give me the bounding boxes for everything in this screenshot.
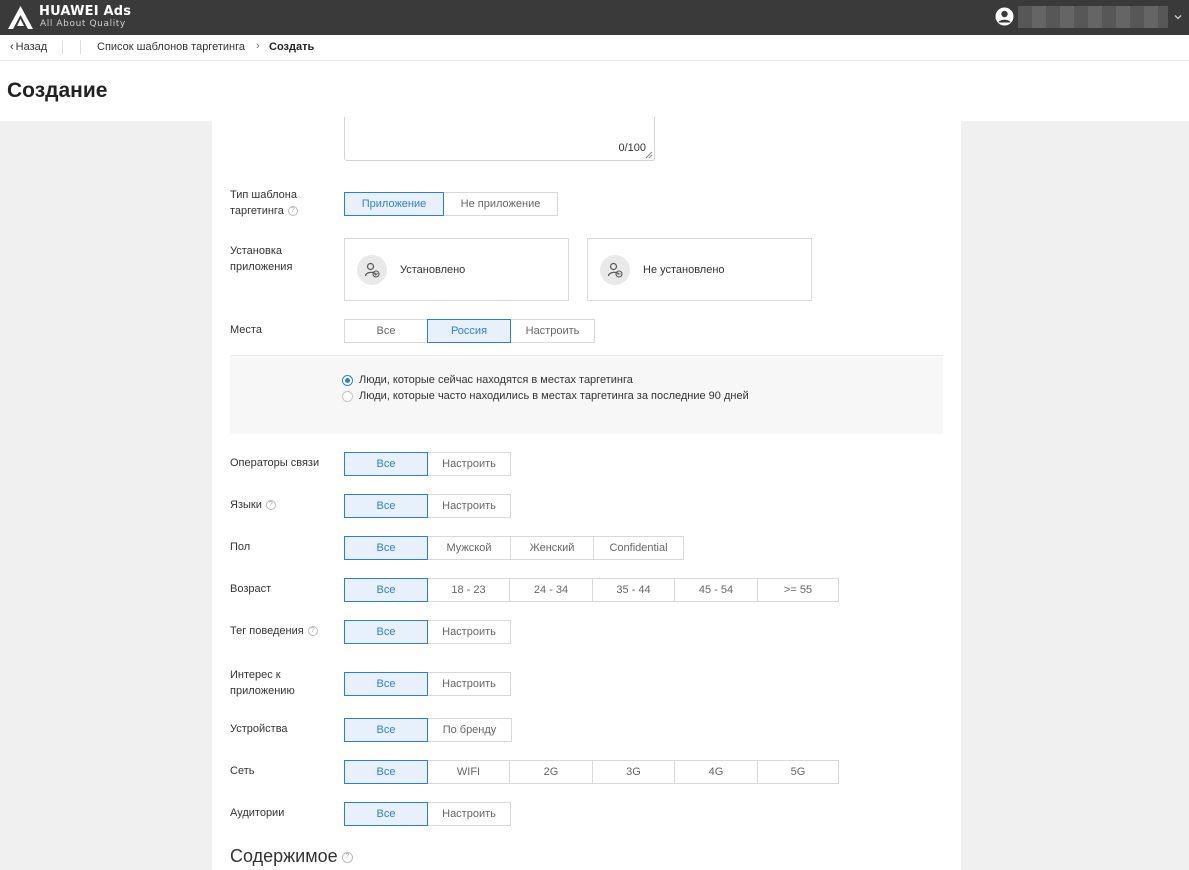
gender-label: Пол [230, 541, 251, 553]
gender-option-female[interactable]: Женский [510, 536, 594, 560]
app-interest-option-all[interactable]: Все [344, 672, 428, 696]
character-counter: 0/100 [618, 142, 646, 154]
page-header: Создание [0, 61, 1189, 121]
not-installed-option-card[interactable]: Не установлено [587, 238, 812, 301]
places-option-all[interactable]: Все [344, 319, 428, 343]
breadcrumb-current: Создать [269, 41, 315, 53]
option-app[interactable]: Приложение [344, 192, 444, 216]
breadcrumb-parent-link[interactable]: Список шаблонов таргетинга [97, 41, 245, 53]
page-title: Создание [7, 79, 108, 102]
help-icon[interactable]: ? [341, 851, 353, 863]
back-label: Назад [15, 41, 48, 53]
behavior-option-all[interactable]: Все [344, 620, 428, 644]
radio-frequent-location[interactable]: Люди, которые часто находились в местах … [342, 390, 749, 402]
radio-button-selected[interactable] [342, 374, 353, 386]
languages-option-all[interactable]: Все [344, 494, 428, 518]
age-option-18-23[interactable]: 18 - 23 [427, 578, 510, 602]
resize-handle-icon[interactable] [645, 151, 653, 159]
network-label: Сеть [230, 765, 255, 777]
network-option-4g[interactable]: 4G [674, 760, 758, 784]
user-not-installed-icon [600, 254, 630, 285]
brand-name: HUAWEI Ads [39, 4, 132, 19]
network-selector: Все WIFI 2G 3G 4G 5G [344, 760, 839, 784]
network-option-5g[interactable]: 5G [757, 760, 839, 784]
app-interest-option-custom[interactable]: Настроить [427, 672, 511, 696]
breadcrumb-separator-icon: › [256, 40, 260, 52]
top-navigation-bar: HUAWEI Ads All About Quality [0, 0, 1189, 35]
devices-option-by-brand[interactable]: По бренду [427, 718, 512, 742]
audiences-selector: Все Настроить [344, 802, 511, 826]
languages-option-custom[interactable]: Настроить [427, 494, 511, 518]
age-option-all[interactable]: Все [344, 578, 428, 602]
app-interest-label: Интерес к приложению [230, 669, 295, 697]
account-name-blurred[interactable] [1018, 6, 1168, 28]
age-option-45-54[interactable]: 45 - 54 [674, 578, 758, 602]
radio-current-label: Люди, которые сейчас находятся в местах … [359, 374, 633, 386]
radio-button[interactable] [342, 390, 353, 402]
help-icon[interactable]: ? [265, 500, 276, 511]
carriers-option-all[interactable]: Все [344, 452, 428, 476]
app-interest-selector: Все Настроить [344, 672, 511, 696]
network-option-wifi[interactable]: WIFI [427, 760, 510, 784]
content-section-title: Содержимое? [230, 846, 353, 867]
app-install-label: Установка приложения [230, 245, 293, 273]
gender-option-all[interactable]: Все [344, 536, 428, 560]
brand-tagline: All About Quality [40, 19, 126, 29]
targeting-form: 0/100 Тип шаблона таргетинга? Приложение… [212, 117, 961, 870]
option-not-app[interactable]: Не приложение [443, 192, 558, 216]
divider [62, 40, 63, 54]
audiences-option-all[interactable]: Все [344, 802, 428, 826]
chevron-left-icon: ‹ [10, 41, 14, 53]
places-option-custom[interactable]: Настроить [510, 319, 595, 343]
help-icon[interactable]: ? [307, 626, 318, 637]
radio-frequent-label: Люди, которые часто находились в местах … [359, 390, 749, 402]
audiences-label: Аудитории [230, 807, 285, 819]
age-option-24-34[interactable]: 24 - 34 [509, 578, 593, 602]
network-option-3g[interactable]: 3G [592, 760, 675, 784]
breadcrumb: ‹ Назад Список шаблонов таргетинга › Созд… [0, 35, 1189, 61]
huawei-ads-logo-icon[interactable] [7, 5, 34, 30]
template-type-selector: Приложение Не приложение [344, 192, 558, 216]
back-link[interactable]: ‹ Назад [10, 41, 47, 53]
behavior-option-custom[interactable]: Настроить [427, 620, 511, 644]
behavior-tag-label: Тег поведения? [230, 623, 318, 639]
places-option-russia[interactable]: Россия [427, 319, 511, 343]
template-type-label: Тип шаблона таргетинга? [230, 189, 298, 217]
description-textarea[interactable]: 0/100 [344, 117, 655, 161]
location-mode-panel: Люди, которые сейчас находятся в местах … [230, 355, 943, 434]
network-option-all[interactable]: Все [344, 760, 428, 784]
carriers-selector: Все Настроить [344, 452, 511, 476]
age-option-55-plus[interactable]: >= 55 [757, 578, 839, 602]
chevron-down-icon[interactable] [1173, 12, 1183, 22]
age-selector: Все 18 - 23 24 - 34 35 - 44 45 - 54 >= 5… [344, 578, 839, 602]
devices-option-all[interactable]: Все [344, 718, 428, 742]
languages-selector: Все Настроить [344, 494, 511, 518]
user-avatar-icon[interactable] [995, 7, 1014, 26]
behavior-tag-selector: Все Настроить [344, 620, 511, 644]
devices-selector: Все По бренду [344, 718, 512, 742]
installed-label: Установлено [400, 263, 466, 276]
languages-label: Языки? [230, 497, 276, 513]
audiences-option-custom[interactable]: Настроить [427, 802, 511, 826]
user-installed-icon [357, 254, 387, 285]
carriers-option-custom[interactable]: Настроить [427, 452, 511, 476]
age-option-35-44[interactable]: 35 - 44 [592, 578, 675, 602]
help-icon[interactable]: ? [287, 206, 298, 217]
gender-option-confidential[interactable]: Confidential [593, 536, 684, 560]
carriers-label: Операторы связи [230, 457, 320, 469]
places-selector: Все Россия Настроить [344, 319, 595, 343]
network-option-2g[interactable]: 2G [509, 760, 593, 784]
places-label: Места [230, 324, 262, 336]
gender-selector: Все Мужской Женский Confidential [344, 536, 684, 560]
gender-option-male[interactable]: Мужской [427, 536, 511, 560]
age-label: Возраст [230, 583, 272, 595]
installed-option-card[interactable]: Установлено [344, 238, 569, 301]
divider [80, 40, 81, 54]
not-installed-label: Не установлено [643, 263, 725, 276]
radio-current-location[interactable]: Люди, которые сейчас находятся в местах … [342, 374, 633, 386]
devices-label: Устройства [230, 723, 288, 735]
